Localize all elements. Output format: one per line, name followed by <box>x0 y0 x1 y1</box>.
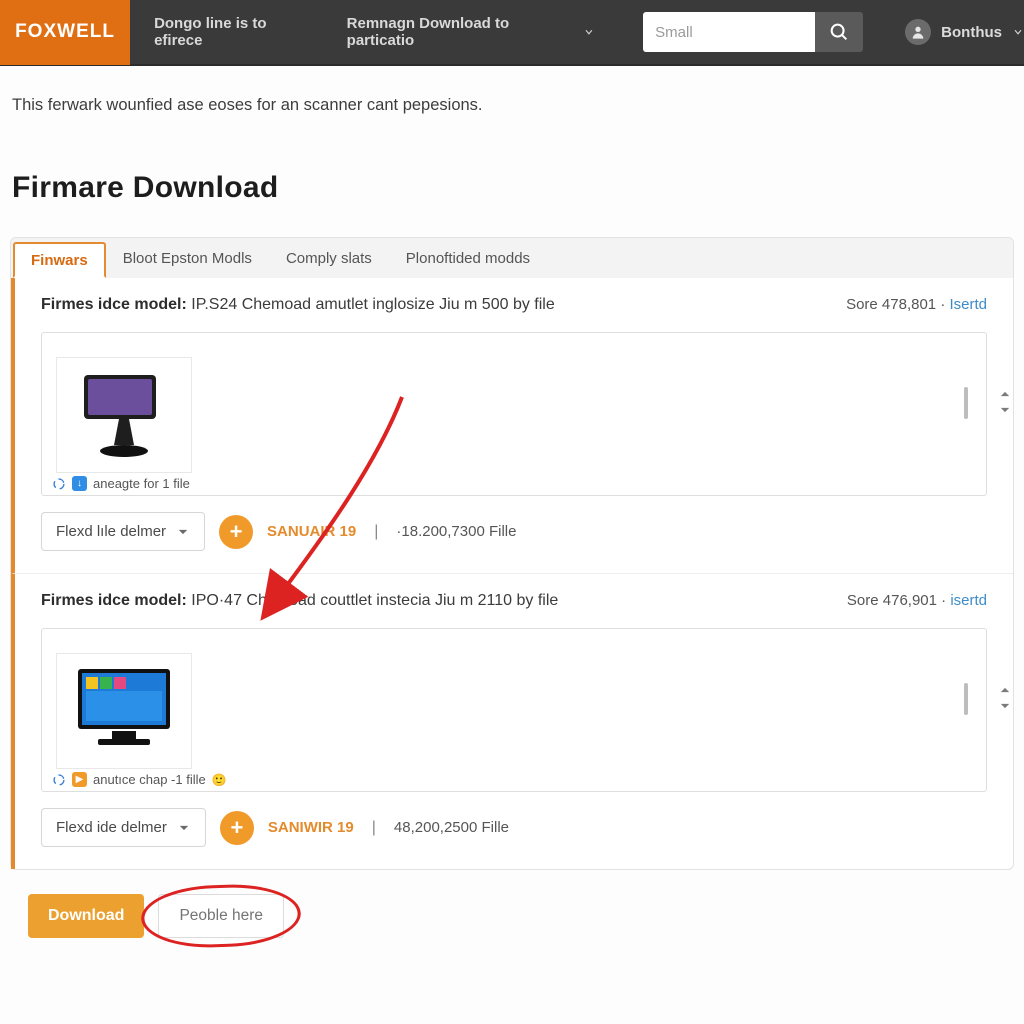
tab-finwars[interactable]: Finwars <box>13 242 106 278</box>
chevron-down-icon <box>998 403 1012 417</box>
entry-meta-text: Sore 478,801 · <box>846 296 949 313</box>
avatar-icon <box>905 19 931 45</box>
brand-name: FOXWELL <box>15 21 115 43</box>
nav-item-1[interactable]: Dongo line is to efirece <box>148 15 323 49</box>
entry-foot-text: 48,200,2500 Fille <box>394 819 509 836</box>
entry-foot-text: ·18.200,7300 Fille <box>396 523 516 540</box>
entry-footer: Flexd lıle delmer + SANUAIR 19 | ·18.200… <box>41 512 987 551</box>
chevron-down-icon <box>177 821 191 835</box>
product-thumbnail[interactable] <box>56 357 192 473</box>
entry-footer: Flexd ide delmer + SANIWIR 19 | 48,200,2… <box>41 808 987 847</box>
nav-item-1-label: Dongo line is to efirece <box>154 15 317 49</box>
entry-meta: Sore 476,901 · isertd <box>847 592 987 609</box>
download-badge-icon: ↓ <box>72 476 87 491</box>
entry-header: Firmes idce model: IPO·47 Chemoad couttl… <box>41 592 987 610</box>
entry-title-rest: IPO·47 Chemoad couttlet instecia Jiu m 2… <box>191 592 558 609</box>
preview-caption: ↓ aneagte for 1 file <box>52 476 190 491</box>
add-button[interactable]: + <box>219 515 253 549</box>
download-badge-icon: ▶ <box>72 772 87 787</box>
loading-icon <box>52 477 66 491</box>
preview-caption-text: anutıce chap -1 fille <box>93 772 206 787</box>
search-icon <box>828 21 850 43</box>
tab-plonof-label: Plonoftided modds <box>406 250 530 267</box>
add-button[interactable]: + <box>220 811 254 845</box>
firmware-entry: Firmes idce model: IP.S24 Chemoad amutle… <box>11 278 1013 573</box>
preview-stepper[interactable] <box>998 387 1012 417</box>
dropdown-label: Flexd lıle delmer <box>56 523 166 540</box>
entry-meta-link[interactable]: Isertd <box>949 296 987 313</box>
preview-box: ↓ aneagte for 1 file <box>41 332 987 496</box>
chevron-down-icon <box>176 525 190 539</box>
dropdown-label: Flexd ide delmer <box>56 819 167 836</box>
page-title: Firmare Download <box>0 115 1024 237</box>
chevron-up-icon <box>998 683 1012 697</box>
preview-box: ▶ anutıce chap -1 fille 🙂 <box>41 628 987 792</box>
brand-logo[interactable]: FOXWELL <box>0 0 130 65</box>
monitor-icon <box>64 661 184 761</box>
entry-header: Firmes idce model: IP.S24 Chemoad amutle… <box>41 296 987 314</box>
preview-stepper[interactable] <box>998 683 1012 713</box>
entry-title-lead: Firmes idce model: <box>41 296 187 313</box>
entry-title-lead: Firmes idce model: <box>41 592 187 609</box>
chevron-up-icon <box>998 387 1012 401</box>
user-name: Bonthus <box>941 24 1002 41</box>
preview-caption-text: aneagte for 1 file <box>93 476 190 491</box>
preview-scrollbar[interactable] <box>964 683 968 715</box>
nav-item-2[interactable]: Remnagn Download to particatio <box>341 15 602 49</box>
people-here-button[interactable]: Peoble here <box>158 894 284 938</box>
product-thumbnail[interactable] <box>56 653 192 769</box>
tablet-stand-icon <box>64 365 184 465</box>
tab-comply-label: Comply slats <box>286 250 372 267</box>
chevron-down-icon <box>583 26 595 38</box>
entry-meta-link[interactable]: isertd <box>950 592 987 609</box>
entry-foot-link[interactable]: SANIWIR 19 <box>268 819 354 836</box>
search-button[interactable] <box>815 12 863 52</box>
separator: | <box>368 819 380 837</box>
app-header: FOXWELL Dongo line is to efirece Remnagn… <box>0 0 1024 66</box>
bottom-actions: Download Peoble here <box>0 870 1024 938</box>
entry-meta: Sore 478,801 · Isertd <box>846 296 987 313</box>
entry-title-rest: IP.S24 Chemoad amutlet inglosize Jiu m 5… <box>191 296 554 313</box>
tab-bloot[interactable]: Bloot Epston Modls <box>106 238 269 278</box>
entry-title: Firmes idce model: IPO·47 Chemoad couttl… <box>41 592 558 610</box>
tab-plonof[interactable]: Plonoftided modds <box>389 238 547 278</box>
file-type-dropdown[interactable]: Flexd lıle delmer <box>41 512 205 551</box>
tab-bloot-label: Bloot Epston Modls <box>123 250 252 267</box>
tab-bar: Finwars Bloot Epston Modls Comply slats … <box>11 238 1013 278</box>
separator: | <box>370 523 382 541</box>
file-type-dropdown[interactable]: Flexd ide delmer <box>41 808 206 847</box>
chevron-down-icon <box>1012 26 1024 38</box>
nav-item-2-label: Remnagn Download to particatio <box>347 15 578 49</box>
firmware-entry: Firmes idce model: IPO·47 Chemoad couttl… <box>11 573 1013 869</box>
preview-scrollbar[interactable] <box>964 387 968 419</box>
search-wrap <box>643 12 863 52</box>
tab-comply[interactable]: Comply slats <box>269 238 389 278</box>
loading-icon <box>52 773 66 787</box>
secondary-btn-label: Peoble here <box>179 907 263 924</box>
entry-meta-text: Sore 476,901 · <box>847 592 950 609</box>
user-menu[interactable]: Bonthus <box>905 19 1024 45</box>
entry-title: Firmes idce model: IP.S24 Chemoad amutle… <box>41 296 555 314</box>
preview-caption: ▶ anutıce chap -1 fille 🙂 <box>52 772 227 787</box>
entry-foot-link[interactable]: SANUAIR 19 <box>267 523 356 540</box>
chevron-down-icon <box>998 699 1012 713</box>
tab-finwars-label: Finwars <box>31 252 88 269</box>
intro-text: This ferwark wounfied ase eoses for an s… <box>0 66 1024 115</box>
smile-icon: 🙂 <box>212 773 227 787</box>
firmware-card: Finwars Bloot Epston Modls Comply slats … <box>10 237 1014 870</box>
search-input[interactable] <box>643 12 815 52</box>
download-button[interactable]: Download <box>28 894 144 938</box>
